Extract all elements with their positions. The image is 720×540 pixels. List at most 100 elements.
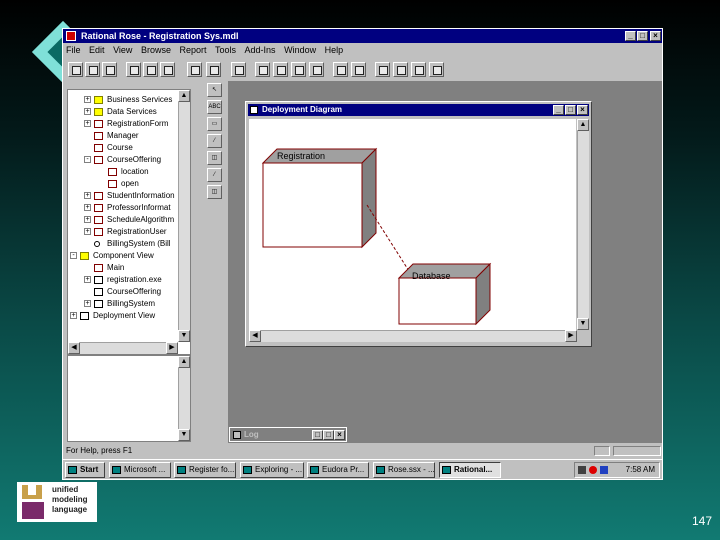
network-icon[interactable] bbox=[589, 466, 597, 474]
taskbar-item-exploring[interactable]: Exploring - ... bbox=[240, 462, 304, 478]
diagram-maximize-button[interactable]: □ bbox=[565, 105, 576, 115]
taskbar-item-eudora[interactable]: Eudora Pr... bbox=[307, 462, 369, 478]
status-panel-2 bbox=[613, 446, 661, 456]
log-close-button[interactable]: × bbox=[334, 430, 345, 440]
log-window-minimized[interactable]: Log □ □ × bbox=[229, 427, 347, 442]
text-tool-icon[interactable]: ABC bbox=[207, 100, 222, 114]
tree-item-label: Business Services bbox=[107, 95, 173, 104]
tree-item-label: BillingSystem (Bill bbox=[107, 239, 171, 248]
menu-tools[interactable]: Tools bbox=[212, 43, 239, 57]
browse-diagram-icon[interactable] bbox=[231, 62, 246, 77]
menu-add-ins[interactable]: Add-Ins bbox=[242, 43, 279, 57]
expand-icon[interactable]: + bbox=[84, 228, 91, 235]
previous-diagram-icon[interactable] bbox=[351, 62, 366, 77]
help-icon[interactable] bbox=[206, 62, 221, 77]
note-tool-icon[interactable]: ▭ bbox=[207, 117, 222, 131]
collapse-icon[interactable]: - bbox=[84, 156, 91, 163]
doc-scroll-down-icon[interactable]: ▼ bbox=[178, 429, 190, 441]
diagram-scroll-up-icon[interactable]: ▲ bbox=[577, 119, 589, 131]
diagram-scroll-right-icon[interactable]: ▶ bbox=[565, 330, 577, 342]
clock[interactable]: 7:58 AM bbox=[626, 465, 655, 474]
zoom-out-icon[interactable] bbox=[393, 62, 408, 77]
maximize-button[interactable]: □ bbox=[637, 31, 648, 41]
scroll-down-arrow-icon[interactable]: ▼ bbox=[178, 330, 190, 342]
tree-vertical-scrollbar[interactable]: ▲ ▼ bbox=[178, 90, 190, 342]
expand-icon[interactable]: + bbox=[84, 276, 91, 283]
diagram-close-button[interactable]: × bbox=[577, 105, 588, 115]
undo-fit-icon[interactable] bbox=[429, 62, 444, 77]
collapse-icon[interactable]: - bbox=[70, 252, 77, 259]
cut-icon[interactable] bbox=[126, 62, 141, 77]
menu-window[interactable]: Window bbox=[281, 43, 319, 57]
doc-scroll-up-icon[interactable]: ▲ bbox=[178, 356, 190, 368]
minimize-button[interactable]: _ bbox=[625, 31, 636, 41]
expand-icon[interactable]: + bbox=[84, 108, 91, 115]
expand-icon[interactable]: + bbox=[70, 312, 77, 319]
operation-icon bbox=[108, 180, 117, 188]
start-button[interactable]: Start bbox=[65, 462, 105, 478]
paste-icon[interactable] bbox=[160, 62, 175, 77]
taskbar-item-rational[interactable]: Rational... bbox=[439, 462, 501, 478]
deployment-diagram-icon[interactable] bbox=[333, 62, 348, 77]
tree-horizontal-scrollbar[interactable]: ◀ ▶ bbox=[68, 342, 178, 354]
menu-view[interactable]: View bbox=[110, 43, 135, 57]
class-diagram-icon[interactable] bbox=[255, 62, 270, 77]
processor-tool-icon[interactable]: ◫ bbox=[207, 151, 222, 165]
component-diagram-icon[interactable] bbox=[291, 62, 306, 77]
menu-browse[interactable]: Browse bbox=[138, 43, 174, 57]
expand-icon[interactable]: + bbox=[84, 300, 91, 307]
expand-icon[interactable]: + bbox=[84, 204, 91, 211]
diagram-vertical-scrollbar[interactable]: ▲ ▼ bbox=[577, 119, 589, 330]
scroll-left-arrow-icon[interactable]: ◀ bbox=[68, 342, 80, 354]
fit-in-window-icon[interactable] bbox=[411, 62, 426, 77]
log-maximize-button[interactable]: □ bbox=[323, 430, 334, 440]
taskbar-item-microsoft[interactable]: Microsoft ... bbox=[109, 462, 171, 478]
device-tool-icon[interactable]: ◫ bbox=[207, 185, 222, 199]
diagram-horizontal-scrollbar[interactable]: ◀ ▶ bbox=[249, 330, 577, 342]
standard-toolbar bbox=[63, 59, 662, 81]
diagram-minimize-button[interactable]: _ bbox=[553, 105, 564, 115]
menu-edit[interactable]: Edit bbox=[86, 43, 108, 57]
database-node-face[interactable] bbox=[398, 277, 477, 325]
scroll-up-arrow-icon[interactable]: ▲ bbox=[178, 90, 190, 102]
print-icon[interactable] bbox=[187, 62, 202, 77]
tree-item-label: StudentInformation bbox=[107, 191, 175, 200]
connection-tool-icon[interactable]: ⁄ bbox=[207, 168, 222, 182]
close-button[interactable]: × bbox=[650, 31, 661, 41]
taskbar-item-register[interactable]: Register fo... bbox=[174, 462, 236, 478]
expand-icon[interactable]: + bbox=[84, 216, 91, 223]
diagram-scroll-left-icon[interactable]: ◀ bbox=[249, 330, 261, 342]
log-title-bar[interactable]: Log □ □ × bbox=[231, 429, 345, 441]
interaction-diagram-icon[interactable] bbox=[273, 62, 288, 77]
diagram-title-bar[interactable]: Deployment Diagram _ □ × bbox=[248, 104, 589, 116]
deployment-diagram-window[interactable]: Deployment Diagram _ □ × Registration Da… bbox=[245, 101, 592, 347]
diagram-scroll-down-icon[interactable]: ▼ bbox=[577, 318, 589, 330]
menu-help[interactable]: Help bbox=[322, 43, 347, 57]
taskbar-item-rose-ssx[interactable]: Rose.ssx - ... bbox=[373, 462, 435, 478]
copy-icon[interactable] bbox=[143, 62, 158, 77]
menu-report[interactable]: Report bbox=[176, 43, 209, 57]
status-panel-1 bbox=[594, 446, 610, 456]
volume-icon[interactable] bbox=[578, 466, 586, 474]
new-file-icon[interactable] bbox=[68, 62, 83, 77]
zoom-in-icon[interactable] bbox=[375, 62, 390, 77]
expand-icon[interactable]: + bbox=[84, 96, 91, 103]
expand-icon[interactable]: + bbox=[84, 192, 91, 199]
scroll-right-arrow-icon[interactable]: ▶ bbox=[166, 342, 178, 354]
class-icon bbox=[94, 120, 103, 128]
menu-file[interactable]: File bbox=[63, 43, 84, 57]
mail-icon[interactable] bbox=[600, 466, 608, 474]
doc-vertical-scrollbar[interactable]: ▲ ▼ bbox=[178, 356, 190, 441]
selection-arrow-icon[interactable]: ↖ bbox=[207, 83, 222, 97]
browser-tree[interactable]: + Business Services + Data Services + Registr… bbox=[67, 89, 191, 355]
state-diagram-icon[interactable] bbox=[309, 62, 324, 77]
expand-icon[interactable]: + bbox=[84, 120, 91, 127]
node-connection[interactable] bbox=[366, 204, 410, 272]
anchor-tool-icon[interactable]: ⁄ bbox=[207, 134, 222, 148]
registration-node-face[interactable] bbox=[262, 162, 363, 248]
documentation-pane[interactable]: ▲ ▼ bbox=[67, 355, 191, 442]
diagram-canvas[interactable]: Registration Database bbox=[249, 119, 576, 330]
open-file-icon[interactable] bbox=[85, 62, 100, 77]
log-restore-button[interactable]: □ bbox=[312, 430, 323, 440]
save-icon[interactable] bbox=[102, 62, 117, 77]
